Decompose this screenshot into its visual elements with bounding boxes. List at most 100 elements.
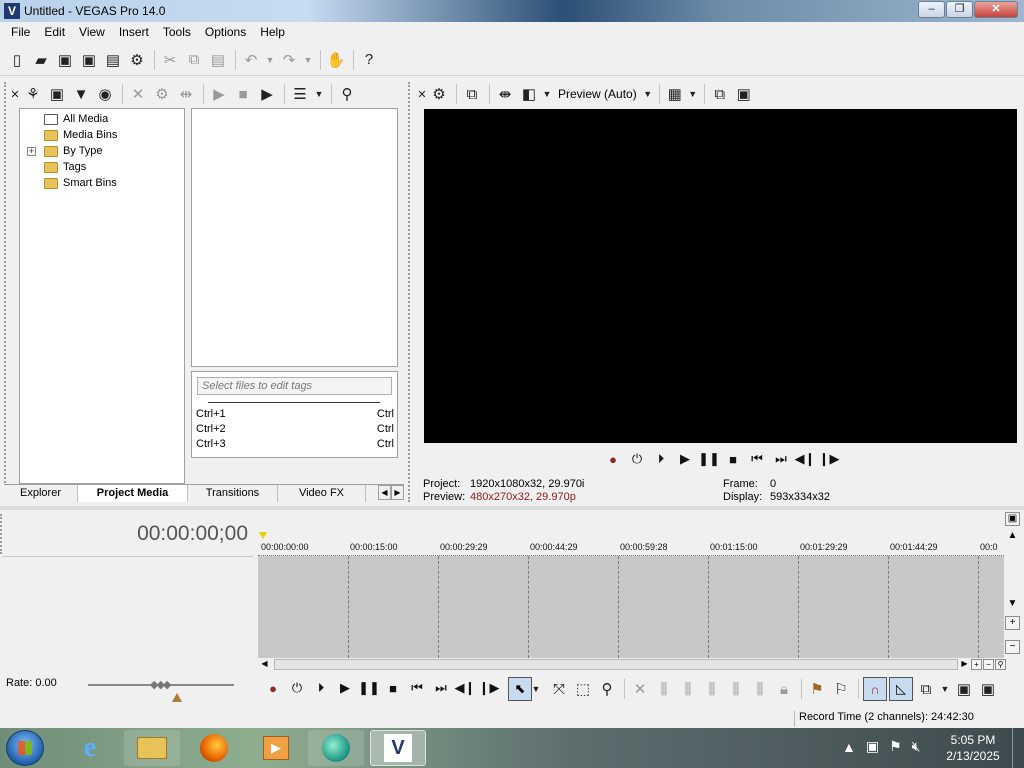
- import-media-icon[interactable]: ⚘: [22, 83, 44, 105]
- show-desktop-button[interactable]: [1012, 728, 1024, 768]
- track-list[interactable]: [3, 556, 253, 658]
- play-from-start-icon[interactable]: ⏵: [650, 450, 672, 468]
- new-project-icon[interactable]: ▯: [6, 49, 28, 71]
- insert-marker-icon[interactable]: ⚑: [806, 678, 828, 700]
- auto-ripple-icon[interactable]: ⧉: [915, 678, 937, 700]
- time-ruler[interactable]: 00:00:00:00 00:00:15:00 00:00:29:29 00:0…: [258, 542, 1004, 556]
- pause-icon[interactable]: ❚❚: [698, 450, 720, 468]
- split-icon[interactable]: ⫼: [725, 678, 747, 700]
- record-icon[interactable]: ●: [602, 450, 624, 468]
- lock-envelopes-icon[interactable]: ▣: [953, 678, 975, 700]
- menu-help[interactable]: Help: [253, 25, 292, 39]
- play-from-start-icon[interactable]: ⏵: [310, 679, 332, 697]
- tree-item-all-media[interactable]: All Media: [20, 111, 184, 127]
- render-as-icon[interactable]: ▤: [102, 49, 124, 71]
- marker-icon[interactable]: ▣: [1005, 512, 1020, 526]
- envelope-tool-icon[interactable]: ⤧: [548, 678, 570, 700]
- go-to-end-icon[interactable]: ⏭: [430, 679, 452, 697]
- scroll-right-icon[interactable]: ▶: [959, 659, 970, 670]
- insert-region-icon[interactable]: ⚐: [830, 678, 852, 700]
- panel-grip[interactable]: [4, 82, 12, 502]
- pause-icon[interactable]: ❚❚: [358, 679, 380, 697]
- record-icon[interactable]: ●: [262, 679, 284, 697]
- previous-frame-icon[interactable]: ◀❙: [454, 679, 476, 697]
- tree-item-tags[interactable]: Tags: [20, 159, 184, 175]
- media-player-icon[interactable]: ▶: [248, 730, 304, 766]
- panel-grip[interactable]: [408, 82, 416, 502]
- close-panel-icon[interactable]: ✕: [10, 83, 20, 105]
- internet-explorer-icon[interactable]: e: [62, 730, 118, 766]
- views-dropdown-icon[interactable]: ▼: [313, 83, 325, 105]
- preview-quality-selector[interactable]: Preview (Auto): [558, 87, 637, 101]
- previous-frame-icon[interactable]: ◀❙: [794, 450, 816, 468]
- zoom-out-horizontal-icon[interactable]: −: [983, 658, 994, 670]
- tab-explorer[interactable]: Explorer: [4, 485, 78, 502]
- go-to-start-icon[interactable]: ⏮: [406, 679, 428, 697]
- file-explorer-icon[interactable]: [124, 730, 180, 766]
- timecode-display[interactable]: 00:00:00;00: [137, 522, 248, 546]
- split-screen-icon[interactable]: ⇼: [494, 83, 516, 105]
- media-fx-icon[interactable]: ⚙: [151, 83, 173, 105]
- tab-transitions[interactable]: Transitions: [188, 485, 278, 502]
- tree-item-smart-bins[interactable]: Smart Bins: [20, 175, 184, 191]
- go-to-end-icon[interactable]: ⏭: [770, 450, 792, 468]
- stop-icon[interactable]: ■: [382, 679, 404, 697]
- zoom-out-vertical-icon[interactable]: −: [1005, 640, 1020, 654]
- show-hidden-icons-icon[interactable]: ▲: [842, 739, 856, 755]
- close-panel-icon[interactable]: ✕: [417, 83, 426, 105]
- loop-playback-icon[interactable]: ⏻: [626, 450, 648, 468]
- tags-input[interactable]: Select files to edit tags: [197, 377, 392, 395]
- cut-icon[interactable]: ✂: [159, 49, 181, 71]
- external-monitor-icon[interactable]: ⧉: [461, 83, 483, 105]
- scroll-up-icon[interactable]: ▲: [1005, 530, 1020, 544]
- redo-icon[interactable]: ↷: [278, 49, 300, 71]
- zoom-tool-icon[interactable]: ⚲: [995, 658, 1006, 670]
- browser-icon[interactable]: [308, 730, 364, 766]
- zoom-in-vertical-icon[interactable]: +: [1005, 616, 1020, 630]
- normal-edit-tool-icon[interactable]: ⬉: [508, 677, 532, 701]
- save-icon[interactable]: ▣: [54, 49, 76, 71]
- scroll-down-icon[interactable]: ▼: [1005, 598, 1020, 612]
- menu-file[interactable]: File: [4, 25, 37, 39]
- system-clock[interactable]: 5:05 PM 2/13/2025: [940, 732, 1006, 764]
- properties-gear-icon[interactable]: ⚙: [126, 49, 148, 71]
- delete-icon[interactable]: ✕: [629, 678, 651, 700]
- zoom-in-horizontal-icon[interactable]: +: [971, 658, 982, 670]
- menu-view[interactable]: View: [72, 25, 112, 39]
- menu-insert[interactable]: Insert: [112, 25, 156, 39]
- preview-properties-gear-icon[interactable]: ⚙: [428, 83, 450, 105]
- maximize-button[interactable]: ❐: [946, 1, 973, 18]
- paste-icon[interactable]: ▤: [207, 49, 229, 71]
- edit-tool-dropdown-icon[interactable]: ▼: [530, 678, 542, 700]
- tag-shortcut-row[interactable]: Ctrl+2 Ctrl: [196, 423, 394, 435]
- search-icon[interactable]: ⚲: [336, 83, 358, 105]
- zoom-edit-tool-icon[interactable]: ⚲: [596, 678, 618, 700]
- next-frame-icon[interactable]: ❙▶: [818, 450, 840, 468]
- media-file-list[interactable]: [191, 108, 398, 367]
- stop-icon[interactable]: ■: [232, 83, 254, 105]
- save-snapshot-icon[interactable]: ▣: [733, 83, 755, 105]
- panel-splitter[interactable]: [0, 506, 1024, 510]
- start-button[interactable]: [6, 730, 44, 766]
- panel-grip[interactable]: [0, 514, 8, 554]
- horizontal-scrollbar[interactable]: [274, 658, 958, 670]
- rate-slider-thumb-icon[interactable]: ◆◆◆: [150, 678, 171, 691]
- save-as-icon[interactable]: ▣: [78, 49, 100, 71]
- undo-dropdown-icon[interactable]: ▼: [264, 49, 276, 71]
- minimize-button[interactable]: –: [918, 1, 945, 18]
- undo-icon[interactable]: ↶: [240, 49, 262, 71]
- whats-this-help-icon[interactable]: ?: [358, 49, 380, 71]
- tab-scroll-right-icon[interactable]: ▶: [391, 485, 404, 500]
- menu-options[interactable]: Options: [198, 25, 253, 39]
- action-center-flag-icon[interactable]: ⚑: [889, 738, 902, 755]
- quality-dropdown-icon[interactable]: ▼: [643, 83, 653, 105]
- open-folder-icon[interactable]: ▰: [30, 49, 52, 71]
- tag-shortcut-row[interactable]: Ctrl+1 Ctrl: [196, 408, 394, 420]
- next-frame-icon[interactable]: ❙▶: [478, 679, 500, 697]
- lock-icon[interactable]: 🔒︎: [773, 678, 795, 700]
- media-generators-icon[interactable]: ▣: [977, 678, 999, 700]
- auto-crossfade-icon[interactable]: ◺: [889, 677, 913, 701]
- tree-item-media-bins[interactable]: Media Bins: [20, 127, 184, 143]
- scroll-left-icon[interactable]: ◀: [259, 659, 270, 670]
- ignore-grouping-icon[interactable]: ⫼: [749, 678, 771, 700]
